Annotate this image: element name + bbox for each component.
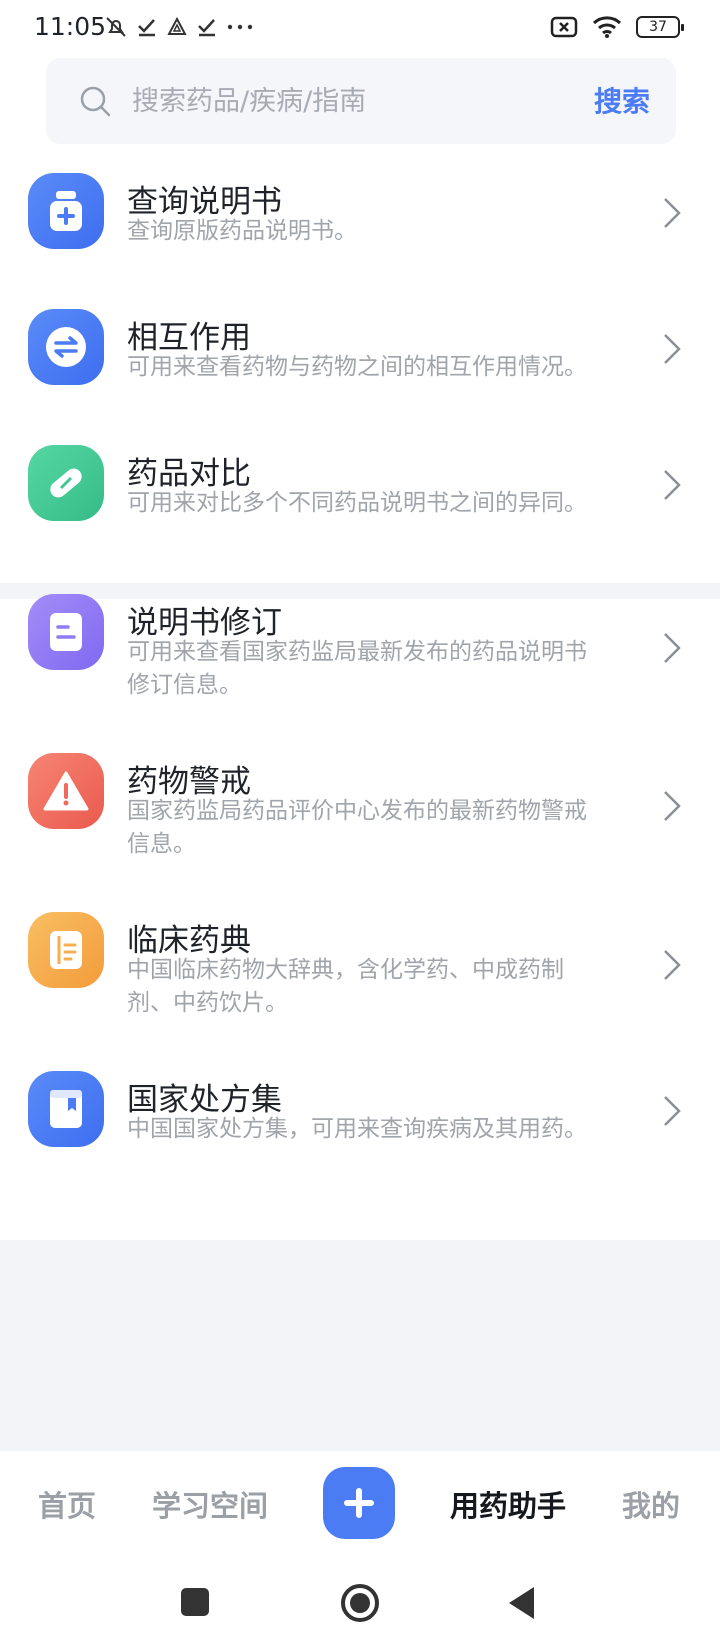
nav-home[interactable]: 首页 <box>38 1483 96 1525</box>
wifi-icon <box>592 16 622 38</box>
sim-off-icon <box>550 16 578 38</box>
item-description: 可用来对比多个不同药品说明书之间的异同。 <box>127 490 587 516</box>
add-button[interactable] <box>323 1467 395 1539</box>
triangle-app-icon <box>167 16 187 35</box>
plus-icon <box>344 1488 374 1518</box>
chevron-right-icon <box>664 470 681 500</box>
chevron-right-icon <box>664 950 681 980</box>
search-input[interactable] <box>132 80 552 122</box>
item-description: 查询原版药品说明书。 <box>127 218 357 244</box>
nav-study-space[interactable]: 学习空间 <box>152 1483 268 1525</box>
pill-icon <box>28 445 104 521</box>
tools-group: 查询说明书 查询原版药品说明书。 相互作用 可用来查看药物与药物之间的相互作用情… <box>0 160 720 583</box>
medicine-bottle-icon <box>28 173 104 249</box>
item-description: 中国国家处方集，可用来查询疾病及其用药。 <box>127 1116 587 1142</box>
item-description: 可用来查看药物与药物之间的相互作用情况。 <box>127 354 587 380</box>
recent-apps-button[interactable] <box>180 1587 210 1617</box>
check-icon <box>198 19 215 37</box>
search-button[interactable]: 搜索 <box>594 80 650 120</box>
more-dots-icon <box>227 24 253 30</box>
warning-icon <box>28 753 104 829</box>
status-system-icons: 37 <box>550 12 684 42</box>
list-item-drug-compare[interactable]: 药品对比 可用来对比多个不同药品说明书之间的异同。 <box>0 432 720 568</box>
book-icon <box>28 912 104 988</box>
system-nav-bar <box>0 1561 720 1650</box>
chevron-right-icon <box>664 334 681 364</box>
status-notification-icons <box>104 14 254 40</box>
nav-medication-assistant[interactable]: 用药助手 <box>450 1483 566 1525</box>
check-icon <box>138 19 155 37</box>
list-item-instructions[interactable]: 查询说明书 查询原版药品说明书。 <box>0 160 720 296</box>
status-time: 11:05 <box>34 12 107 41</box>
list-item-pharmacovigilance[interactable]: 药物警戒 国家药监局药品评价中心发布的最新药物警戒信息。 <box>0 753 720 919</box>
bottom-nav: 首页 学习空间 用药助手 我的 <box>0 1451 720 1561</box>
list-item-interactions[interactable]: 相互作用 可用来查看药物与药物之间的相互作用情况。 <box>0 296 720 432</box>
swap-arrows-icon <box>28 309 104 385</box>
back-button[interactable] <box>506 1585 538 1621</box>
document-icon <box>28 594 104 670</box>
search-icon <box>80 86 111 117</box>
list-item-national-formulary[interactable]: 国家处方集 中国国家处方集，可用来查询疾病及其用药。 <box>0 1071 720 1240</box>
status-bar: 11:05 37 <box>0 0 720 56</box>
list-item-clinical-pharmacopoeia[interactable]: 临床药典 中国临床药物大辞典，含化学药、中成药制剂、中药饮片。 <box>0 912 720 1079</box>
item-description: 中国临床药物大辞典，含化学药、中成药制剂、中药饮片。 <box>127 957 564 1016</box>
chevron-right-icon <box>664 1096 681 1126</box>
home-button[interactable] <box>340 1583 380 1623</box>
search-bar[interactable]: 搜索 <box>46 58 676 144</box>
battery-indicator: 37 <box>636 16 684 38</box>
updates-group: 说明书修订 可用来查看国家药监局最新发布的药品说明书修订信息。 药物警戒 国家药… <box>0 594 720 1240</box>
bookmark-book-icon <box>28 1071 104 1147</box>
chevron-right-icon <box>664 791 681 821</box>
search-header: 搜索 <box>0 56 720 160</box>
nav-mine[interactable]: 我的 <box>622 1483 680 1525</box>
item-description: 国家药监局药品评价中心发布的最新药物警戒信息。 <box>127 798 587 857</box>
list-item-instruction-revisions[interactable]: 说明书修订 可用来查看国家药监局最新发布的药品说明书修订信息。 <box>0 594 720 759</box>
mute-icon <box>106 17 126 37</box>
item-description: 可用来查看国家药监局最新发布的药品说明书修订信息。 <box>127 639 587 698</box>
chevron-right-icon <box>664 198 681 228</box>
chevron-right-icon <box>664 633 681 663</box>
